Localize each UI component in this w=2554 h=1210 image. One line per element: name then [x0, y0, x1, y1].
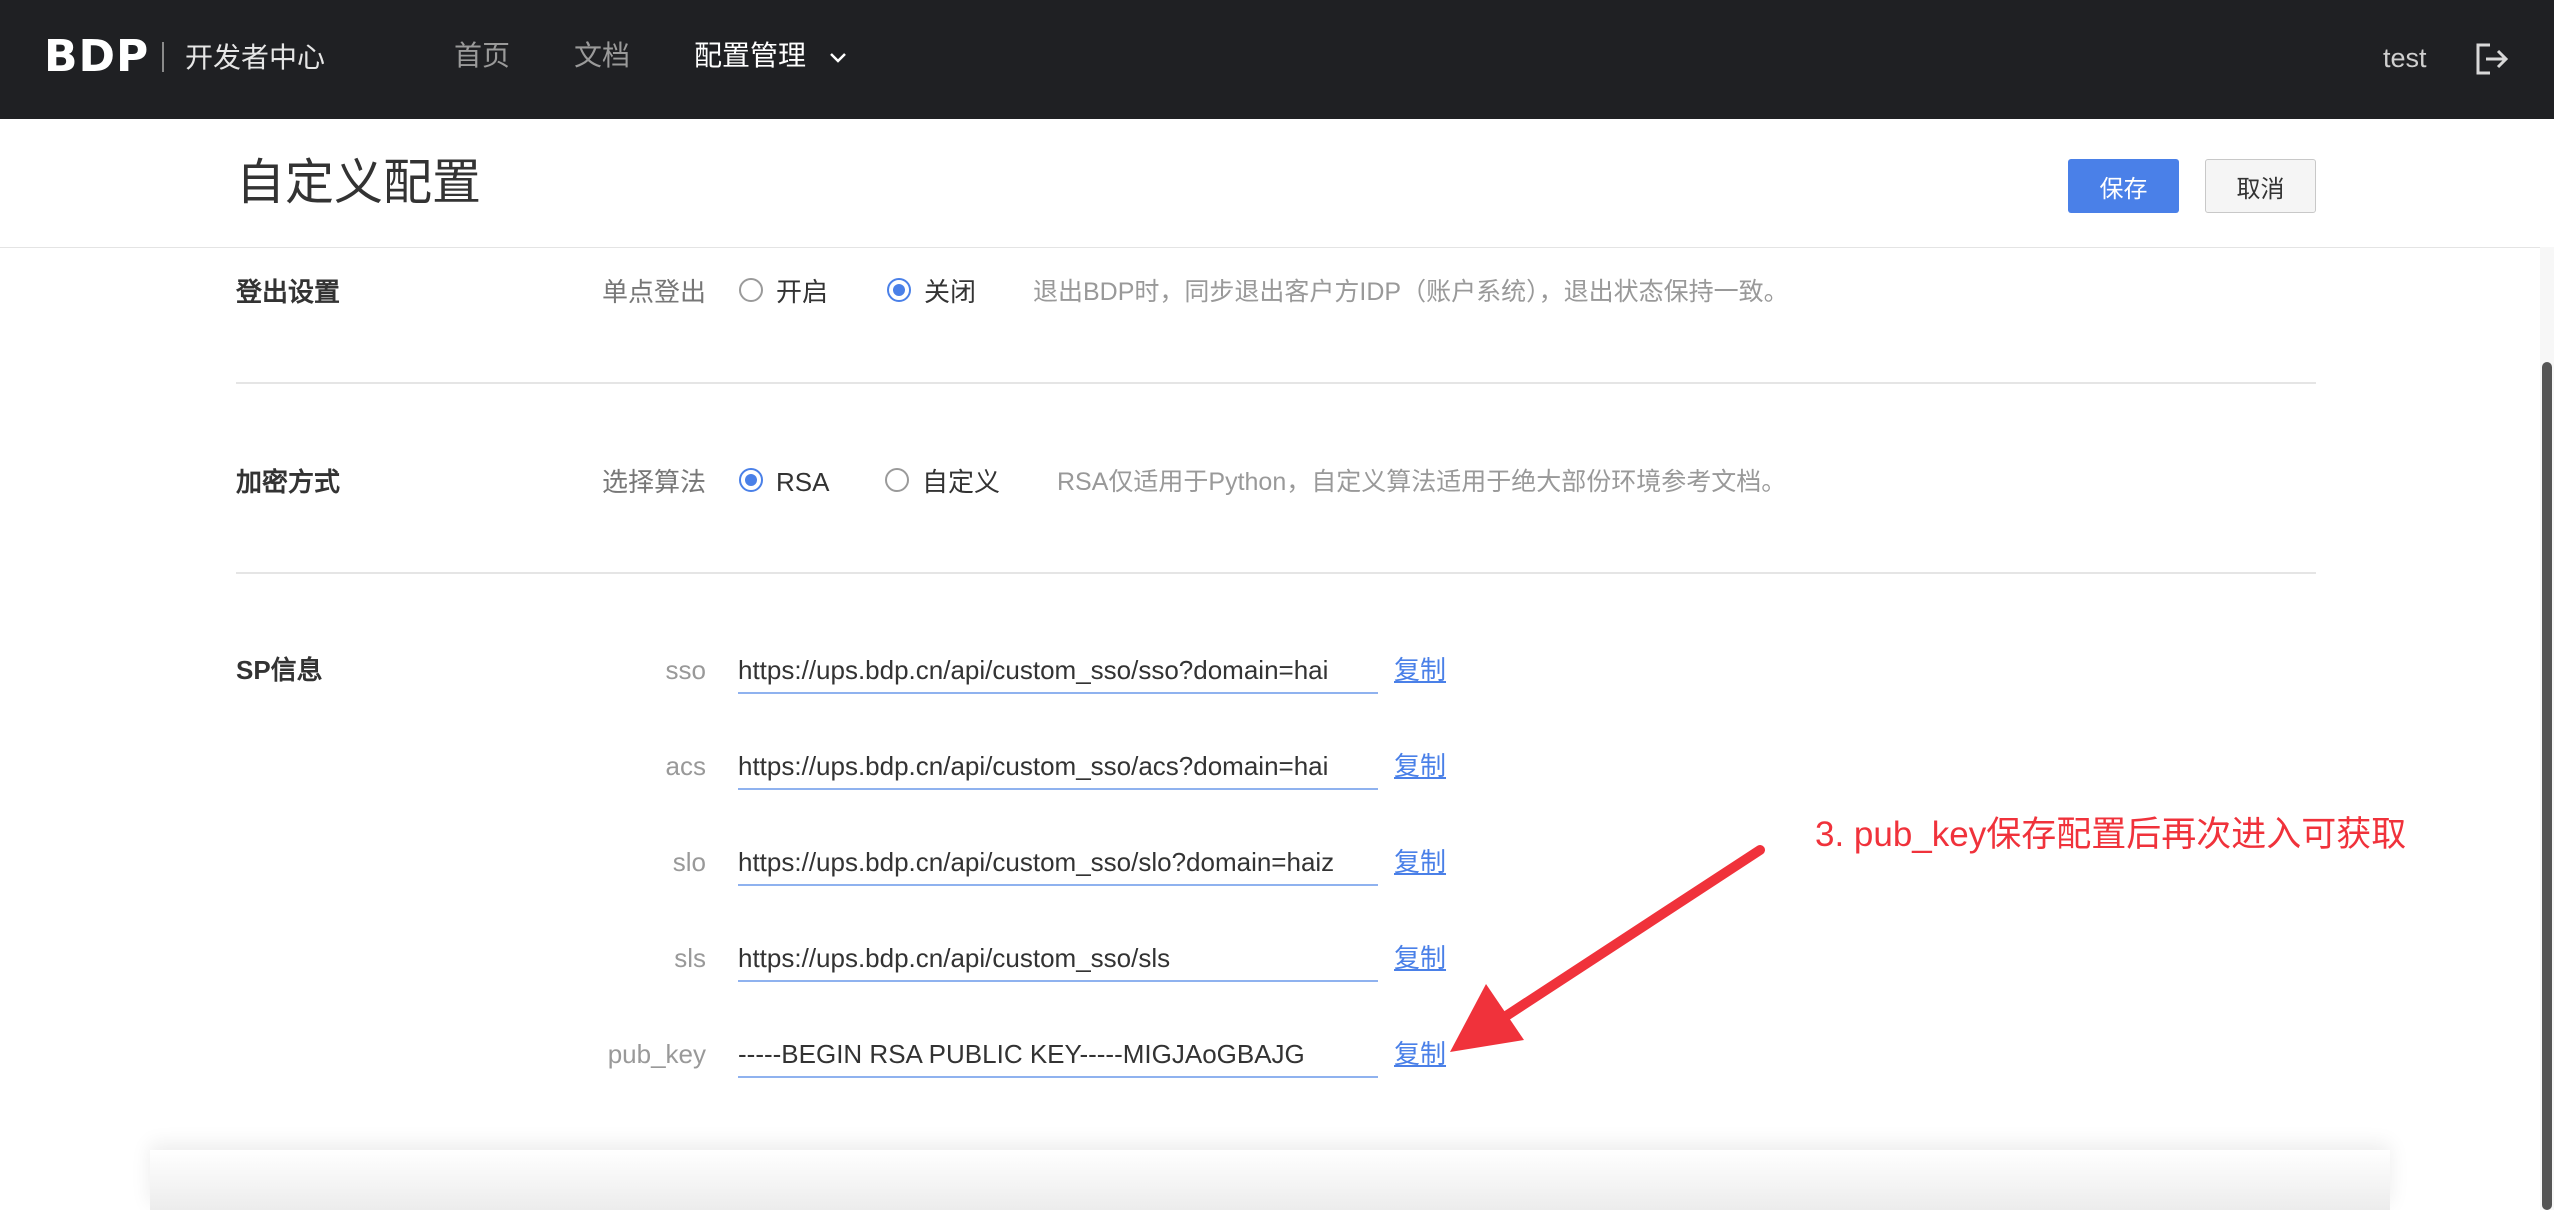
radio-logout-on[interactable]	[739, 278, 763, 302]
sls-url-input[interactable]	[738, 936, 1378, 982]
chevron-down-icon	[829, 52, 846, 63]
nav-item-home[interactable]: 首页	[454, 36, 510, 76]
sp-label-sso: sso	[665, 655, 706, 685]
radio-logout-on-label[interactable]: 开启	[776, 274, 828, 310]
radio-logout-off[interactable]	[887, 278, 911, 302]
section-title-sp-info: SP信息	[236, 655, 323, 685]
single-logout-label: 单点登出	[602, 277, 707, 307]
annotation-text: 3. pub_key保存配置后再次进入可获取	[1815, 815, 2407, 854]
developer-center-label[interactable]: 开发者中心	[185, 38, 325, 78]
section-title-encryption: 加密方式	[236, 467, 341, 497]
sso-url-input[interactable]	[738, 648, 1378, 694]
divider	[236, 382, 2316, 384]
top-nav: BDP 开发者中心 首页 文档 配置管理 test	[0, 0, 2554, 119]
nav-item-config-label: 配置管理	[694, 40, 807, 71]
radio-custom-label[interactable]: 自定义	[922, 464, 1000, 500]
algorithm-label: 选择算法	[602, 467, 707, 497]
radio-rsa-label[interactable]: RSA	[776, 464, 829, 500]
radio-logout-off-label[interactable]: 关闭	[924, 274, 976, 310]
logout-icon[interactable]	[2474, 42, 2510, 76]
nav-item-config[interactable]: 配置管理	[694, 36, 848, 76]
encryption-hint: RSA仅适用于Python，自定义算法适用于绝大部份环境参考文档。	[1057, 468, 1787, 496]
sp-label-sls: sls	[674, 943, 706, 973]
nav-item-docs[interactable]: 文档	[574, 36, 630, 76]
scrollbar-thumb[interactable]	[2542, 362, 2552, 1210]
save-button[interactable]: 保存	[2068, 159, 2179, 213]
sp-label-pub-key: pub_key	[607, 1039, 706, 1069]
divider	[236, 572, 2316, 574]
copy-sso-link[interactable]: 复制	[1394, 652, 1446, 688]
page-header: 自定义配置 保存 取消	[0, 119, 2554, 248]
logout-hint: 退出BDP时，同步退出客户方IDP（账户系统），退出状态保持一致。	[1033, 278, 1789, 306]
radio-rsa[interactable]	[739, 468, 763, 492]
radio-custom[interactable]	[885, 468, 909, 492]
annotation-arrow-icon	[1450, 845, 1765, 1052]
bottom-panel-edge	[150, 1150, 2390, 1210]
page-title: 自定义配置	[236, 156, 482, 210]
copy-acs-link[interactable]: 复制	[1394, 748, 1446, 784]
user-name[interactable]: test	[2383, 38, 2427, 78]
slo-url-input[interactable]	[738, 840, 1378, 886]
sp-label-slo: slo	[672, 847, 706, 877]
pub-key-input[interactable]	[738, 1032, 1378, 1078]
sp-label-acs: acs	[665, 751, 706, 781]
logo-divider	[162, 42, 164, 72]
section-title-logout: 登出设置	[236, 277, 341, 307]
bdp-logo[interactable]: BDP	[44, 32, 149, 82]
cancel-button[interactable]: 取消	[2205, 159, 2316, 213]
acs-url-input[interactable]	[738, 744, 1378, 790]
